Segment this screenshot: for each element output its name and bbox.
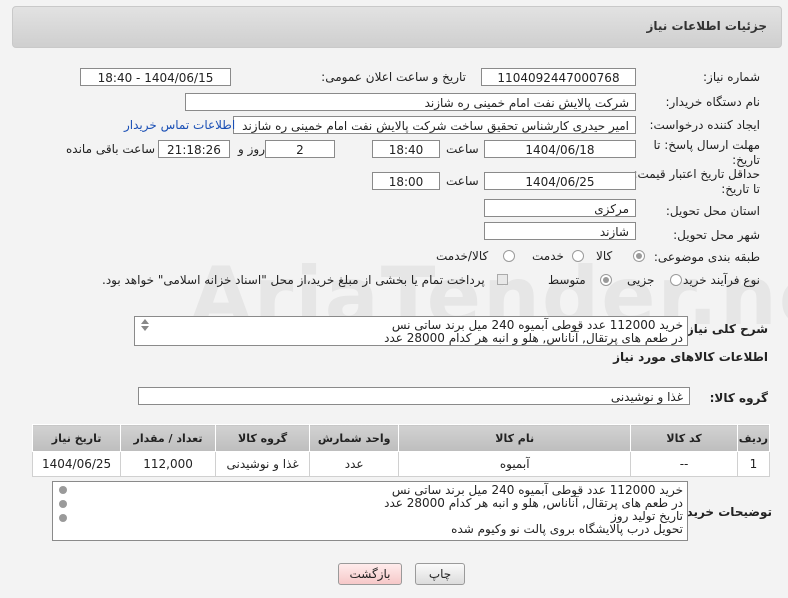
table-row[interactable]: 1 -- آبمیوه عدد غذا و نوشیدنی 112,000 14… [31,451,771,477]
validity-time-label: ساعت [446,174,479,188]
price-validity-label: حداقل تاریخ اعتبار قیمت: تا تاریخ: [633,167,760,196]
process-label: نوع فرآیند خرید : [675,273,760,287]
scroll-down-icon[interactable] [59,514,67,522]
treasury-checkbox[interactable] [497,274,508,285]
cell-code: -- [630,451,738,477]
cell-qty: 112,000 [120,451,216,477]
buyer-notes-textarea[interactable]: خرید 112000 عدد قوطی آبمیوه 240 میل برند… [52,481,688,541]
print-button[interactable]: چاپ [415,563,465,585]
days-label: روز و [238,142,265,156]
col-date: تاریخ نیاز [31,424,122,452]
payment-note: پرداخت تمام یا بخشی از مبلغ خرید،از محل … [102,273,485,287]
announce-field[interactable]: 1404/06/15 - 18:40 [80,68,231,86]
process-option-minor: جزیی [627,273,655,287]
back-button[interactable]: بازگشت [338,563,402,585]
announce-label: تاریخ و ساعت اعلان عمومی: [321,70,466,84]
validity-date-field[interactable]: 1404/06/25 [484,172,636,190]
category-radio-goods[interactable] [633,250,645,262]
col-group: گروه کالا [214,424,311,452]
remaining-time-label: ساعت باقی مانده [66,142,156,156]
process-radio-minor[interactable] [670,274,682,286]
buyer-org-field[interactable]: شرکت پالایش نفت امام خمینی ره شازند [185,93,636,111]
col-code: کد کالا [630,424,738,452]
buyer-notes-scrollbar[interactable] [55,486,71,522]
category-radio-both[interactable] [503,250,515,262]
cell-group: غذا و نوشیدنی [214,451,311,477]
summary-textarea[interactable]: خرید 112000 عدد قوطی آبمیوه 240 میل برند… [134,316,688,346]
days-field[interactable]: 2 [265,140,335,158]
creator-field[interactable]: امیر حیدری کارشناس تحقیق ساخت شرکت پالای… [233,116,636,134]
province-label: استان محل تحویل: [665,204,760,218]
need-number-field[interactable]: 1104092447000768 [481,68,636,86]
reply-deadline-label: مهلت ارسال پاسخ: تا تاریخ: [653,138,760,167]
summary-line: در طعم های پرتقال, آناناس, هلو و انبه هر… [384,331,683,345]
goods-group-field[interactable]: غذا و نوشیدنی [138,387,690,405]
validity-time-field[interactable]: 18:00 [372,172,440,190]
scroll-thumb-icon[interactable] [59,500,67,508]
summary-scrollbar[interactable] [137,319,153,331]
process-radio-medium[interactable] [600,274,612,286]
goods-table-header: ردیف کد کالا نام کالا واحد شمارش گروه کا… [31,424,771,452]
buyer-notes-line: تحویل درب پالایشگاه بروی پالت نو وکیوم ش… [451,522,683,536]
category-option-both: کالا/خدمت [436,249,489,263]
goods-table: ردیف کد کالا نام کالا واحد شمارش گروه کا… [31,424,771,477]
remaining-time-field[interactable]: 21:18:26 [158,140,230,158]
scroll-up-icon[interactable] [59,486,67,494]
category-option-goods: کالا [596,249,613,263]
city-label: شهر محل تحویل: [673,228,760,242]
category-radio-service[interactable] [572,250,584,262]
buyer-org-label: نام دستگاه خریدار: [665,95,761,109]
category-label: طبقه بندی موضوعی: [653,250,760,264]
cell-row: 1 [736,451,771,477]
goods-section-title: اطلاعات کالاهای مورد نیاز [613,350,768,364]
header-panel: جزئیات اطلاعات نیاز [12,6,782,48]
buyer-notes-line: در طعم های پرتقال, آناناس, هلو و انبه هر… [384,496,683,510]
cell-date: 1404/06/25 [31,451,122,477]
summary-label: شرح کلی نیاز: [682,322,768,336]
category-option-service: خدمت [532,249,564,263]
reply-time-field[interactable]: 18:40 [372,140,440,158]
col-row: ردیف [736,424,771,452]
process-option-medium: متوسط [548,273,586,287]
cell-name: آبمیوه [398,451,632,477]
province-field[interactable]: مرکزی [484,199,636,217]
scroll-down-icon[interactable] [141,326,149,331]
creator-label: ایجاد کننده درخواست: [649,118,760,132]
scroll-up-icon[interactable] [141,319,149,324]
col-unit: واحد شمارش [309,424,400,452]
col-qty: تعداد / مقدار [120,424,216,452]
page-title: جزئیات اطلاعات نیاز [646,19,767,33]
goods-group-label: گروه کالا: [709,391,768,405]
cell-unit: عدد [309,451,400,477]
need-number-label: شماره نیاز: [703,70,760,84]
contact-info-link[interactable]: اطلاعات تماس خریدار [124,118,235,132]
col-name: نام کالا [398,424,632,452]
reply-date-field[interactable]: 1404/06/18 [484,140,636,158]
reply-time-label: ساعت [446,142,479,156]
city-field[interactable]: شازند [484,222,636,240]
